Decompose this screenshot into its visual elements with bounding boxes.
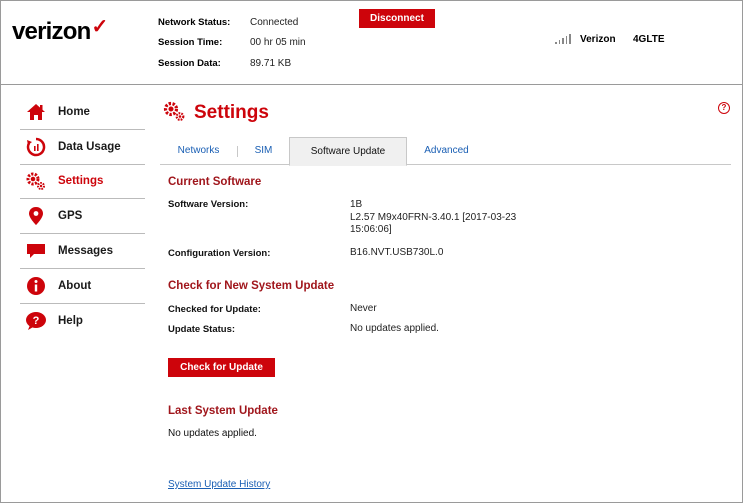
settings-gears-icon <box>162 100 186 125</box>
home-icon <box>25 102 47 122</box>
network-status-label: Network Status: <box>158 16 231 28</box>
sidebar-item-label: Settings <box>58 175 104 188</box>
last-system-update-heading: Last System Update <box>168 405 278 417</box>
tab-advanced[interactable]: Advanced <box>414 137 479 165</box>
map-pin-icon <box>25 206 47 226</box>
software-version-line: L2.57 M9x40FRN-3.40.1 [2017-03-23 <box>350 211 517 223</box>
sidebar-nav: Home Data Usage Settings GPS Messages Ab… <box>20 95 145 339</box>
settings-gears-icon <box>25 171 47 191</box>
software-version-label: Software Version: <box>168 199 249 210</box>
checked-for-update-value: Never <box>350 303 377 314</box>
current-software-heading: Current Software <box>168 176 262 188</box>
network-status-value: Connected <box>250 16 299 28</box>
help-icon[interactable]: ? <box>718 102 730 114</box>
sidebar-item-label: GPS <box>58 210 83 223</box>
sidebar-item-label: Messages <box>58 245 113 258</box>
logo-text: verizon <box>12 18 91 45</box>
last-update-status: No updates applied. <box>168 428 257 439</box>
session-data-value: 89.71 KB <box>250 57 292 69</box>
sidebar-item-about[interactable]: About <box>20 269 145 304</box>
software-version-line: 1B <box>350 199 363 210</box>
check-for-update-button[interactable]: Check for Update <box>168 358 275 377</box>
signal-strength-icon <box>555 34 571 44</box>
session-time-label: Session Time: <box>158 37 223 49</box>
sidebar-item-help[interactable]: ? Help <box>20 304 145 339</box>
sidebar-item-label: About <box>58 279 92 292</box>
update-status-label: Update Status: <box>168 324 236 335</box>
sidebar-item-gps[interactable]: GPS <box>20 199 145 235</box>
message-icon <box>25 241 47 261</box>
check-update-heading: Check for New System Update <box>168 280 335 292</box>
software-version-line: 15:06:06] <box>350 224 392 235</box>
configuration-version-label: Configuration Version: <box>168 248 271 259</box>
disconnect-button[interactable]: Disconnect <box>359 9 435 28</box>
tab-sim[interactable]: SIM <box>245 137 282 165</box>
checked-for-update-label: Checked for Update: <box>168 304 261 315</box>
help-bubble-icon: ? <box>25 311 47 331</box>
sidebar-item-messages[interactable]: Messages <box>20 234 145 269</box>
sidebar-item-data-usage[interactable]: Data Usage <box>20 130 145 165</box>
session-data-label: Session Data: <box>158 57 221 69</box>
data-usage-icon <box>25 137 47 157</box>
page-heading: Settings <box>162 100 269 125</box>
carrier-name: Verizon <box>580 34 616 45</box>
verizon-logo: verizon✓ <box>12 16 108 46</box>
sidebar-item-settings[interactable]: Settings <box>20 165 145 200</box>
session-time-value: 00 hr 05 min <box>250 37 306 49</box>
sidebar-item-label: Help <box>58 315 83 328</box>
info-icon <box>25 276 47 296</box>
configuration-version-value: B16.NVT.USB730L.0 <box>350 247 444 258</box>
logo-check-mark-icon: ✓ <box>91 16 108 38</box>
sidebar-item-label: Home <box>58 105 90 118</box>
update-status-value: No updates applied. <box>350 323 439 334</box>
software-version-value: 1B L2.57 M9x40FRN-3.40.1 [2017-03-23 15:… <box>350 199 580 237</box>
svg-text:?: ? <box>33 315 40 327</box>
sidebar-item-home[interactable]: Home <box>20 95 145 130</box>
tab-separator <box>237 146 238 157</box>
settings-tabs: Networks SIM Software Update Advanced <box>160 137 731 166</box>
sidebar-item-label: Data Usage <box>58 140 121 153</box>
session-status: Network Status: Connected Session Time: … <box>158 12 306 74</box>
tab-networks[interactable]: Networks <box>165 137 232 165</box>
system-update-history-link[interactable]: System Update History <box>168 479 270 490</box>
top-header: verizon✓ Network Status: Connected Sessi… <box>0 0 743 85</box>
tab-software-update[interactable]: Software Update <box>289 137 407 166</box>
page-title: Settings <box>194 101 269 123</box>
network-type: 4GLTE <box>633 34 665 45</box>
